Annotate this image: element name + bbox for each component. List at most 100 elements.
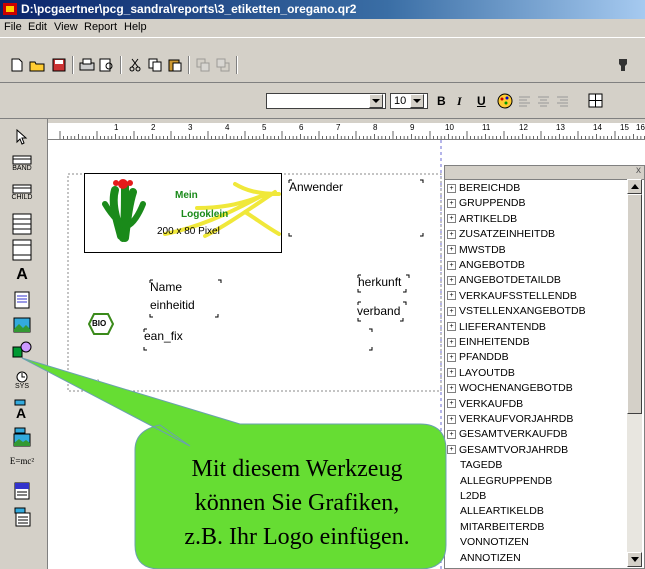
tree-item-label: L2DB — [460, 490, 487, 502]
print-preview-icon[interactable] — [98, 56, 116, 74]
group-band-tool[interactable] — [8, 213, 36, 235]
tree-item[interactable]: + VERKAUFSSTELLENDB — [447, 290, 577, 302]
tree-item[interactable]: L2DB — [447, 490, 486, 502]
font-name-select[interactable] — [266, 93, 386, 109]
menu-file[interactable]: File — [4, 21, 22, 33]
tree-item[interactable]: + VERKAUFVORJAHRDB — [447, 413, 573, 425]
memo-tool[interactable] — [8, 291, 36, 309]
expand-icon[interactable]: + — [447, 306, 456, 316]
expression-tool[interactable]: E=mc² — [8, 456, 36, 466]
tree-item-label: ARTIKELDB — [459, 212, 518, 225]
expand-icon[interactable]: + — [447, 183, 456, 193]
expand-icon[interactable]: + — [447, 214, 456, 224]
expand-icon[interactable]: + — [447, 198, 456, 208]
tree-item[interactable]: + WOCHENANGEBOTDB — [447, 382, 573, 394]
ruler-mark: 6 — [299, 123, 304, 132]
label-tool[interactable]: A — [8, 266, 36, 284]
tree-item-label: VSTELLENXANGEBOTDB — [459, 305, 586, 318]
tree-item[interactable]: + ARTIKELDB — [447, 213, 517, 225]
tree-item[interactable]: + MWSTDB — [447, 244, 506, 256]
frame-border-icon[interactable] — [588, 93, 604, 109]
child-tool[interactable]: CHILD — [8, 184, 36, 201]
band-tool[interactable]: BAND — [8, 155, 36, 172]
close-icon[interactable]: x — [636, 165, 641, 176]
expand-icon[interactable]: + — [447, 245, 456, 255]
open-icon[interactable] — [28, 56, 46, 74]
tree-item[interactable]: + ZUSATZEINHEITDB — [447, 228, 555, 240]
expand-icon[interactable]: + — [447, 429, 456, 439]
expand-icon[interactable]: + — [447, 337, 456, 347]
tree-item[interactable]: + ANGEBOTDETAILDB — [447, 274, 561, 286]
tree-item[interactable]: + BEREICHDB — [447, 182, 520, 194]
expand-icon[interactable]: + — [447, 322, 456, 332]
dbimage-tool[interactable] — [8, 427, 36, 447]
tree-item[interactable]: TAGEDB — [447, 459, 502, 471]
expand-icon[interactable]: + — [447, 414, 456, 424]
tree-item[interactable]: ALLEARTIKELDB — [447, 505, 544, 517]
sys-label: SYS — [14, 383, 29, 390]
tree-item[interactable]: + GRUPPENDB — [447, 197, 526, 209]
tree-item[interactable]: + VSTELLENXANGEBOTDB — [447, 305, 586, 317]
tree-item[interactable]: + GESAMTVORJAHRDB — [447, 444, 568, 456]
menu-report[interactable]: Report — [84, 21, 117, 33]
tree-item-label: VERKAUFSSTELLENDB — [459, 289, 577, 302]
tree-item[interactable]: + LAYOUTDB — [447, 367, 515, 379]
print-icon[interactable] — [78, 56, 96, 74]
ruler-mark: 3 — [188, 123, 193, 132]
expand-icon[interactable]: + — [447, 291, 456, 301]
scroll-thumb[interactable] — [627, 194, 642, 414]
menu-view[interactable]: View — [54, 21, 78, 33]
sysdata-tool[interactable]: SYS — [8, 371, 36, 390]
tree-item[interactable]: + VERKAUFDB — [447, 398, 523, 410]
rtf-tool[interactable] — [8, 482, 36, 500]
scroll-up-button[interactable] — [627, 179, 642, 194]
menu-edit[interactable]: Edit — [28, 21, 47, 33]
color-palette-icon[interactable] — [497, 93, 513, 109]
bold-button[interactable]: B — [437, 94, 446, 108]
expand-icon[interactable]: + — [447, 229, 456, 239]
paste-icon[interactable] — [166, 56, 184, 74]
tree-item-label: ANGEBOTDB — [459, 259, 525, 271]
new-icon[interactable] — [8, 56, 26, 74]
font-dropdown-button[interactable] — [369, 94, 383, 108]
expand-icon[interactable]: + — [447, 352, 456, 362]
tree-item[interactable]: ALLEGRUPPENDB — [447, 475, 552, 487]
subdetail-tool[interactable] — [8, 239, 36, 261]
save-icon[interactable] — [50, 56, 68, 74]
cut-icon[interactable] — [126, 56, 144, 74]
underline-button[interactable]: U — [477, 94, 486, 108]
shape-tool[interactable] — [8, 341, 36, 359]
tree-item-label: VERKAUFDB — [459, 397, 524, 410]
ruler-mark: 1 — [114, 123, 119, 132]
expand-icon[interactable]: + — [447, 445, 456, 455]
pointer-tool[interactable] — [8, 129, 36, 145]
expr-label: E=mc² — [9, 456, 35, 466]
scroll-down-button[interactable] — [627, 552, 642, 567]
tree-item[interactable]: + LIEFERANTENDB — [447, 321, 546, 333]
tree-scrollbar[interactable] — [627, 179, 642, 567]
expand-icon[interactable]: + — [447, 383, 456, 393]
copy-icon[interactable] — [146, 56, 164, 74]
menu-help[interactable]: Help — [124, 21, 147, 33]
expand-icon[interactable]: + — [447, 260, 456, 270]
size-dropdown-button[interactable] — [410, 94, 424, 108]
dbtext-tool[interactable]: A — [8, 399, 36, 419]
italic-button[interactable]: I — [457, 94, 462, 109]
tree-item-label: ANNOTIZEN — [460, 551, 521, 564]
lamp-icon[interactable] — [614, 56, 632, 74]
expand-icon[interactable]: + — [447, 399, 456, 409]
expand-icon[interactable]: + — [447, 275, 456, 285]
tree-item[interactable]: + EINHEITENDB — [447, 336, 530, 348]
tree-item[interactable]: + ANGEBOTDB — [447, 259, 525, 271]
tree-item[interactable]: VONNOTIZEN — [447, 536, 529, 548]
tree-item[interactable]: + GESAMTVERKAUFDB — [447, 428, 568, 440]
tree-item[interactable]: ANNOTIZEN — [447, 552, 521, 564]
send-back-icon[interactable] — [214, 56, 232, 74]
text-align-icons[interactable] — [518, 95, 588, 109]
image-tool[interactable] — [8, 317, 36, 333]
tree-item[interactable]: + PFANDDB — [447, 351, 509, 363]
dbrtf-tool[interactable] — [8, 507, 36, 527]
tree-item[interactable]: MITARBEITERDB — [447, 521, 544, 533]
expand-icon[interactable]: + — [447, 368, 456, 378]
bring-front-icon[interactable] — [194, 56, 212, 74]
